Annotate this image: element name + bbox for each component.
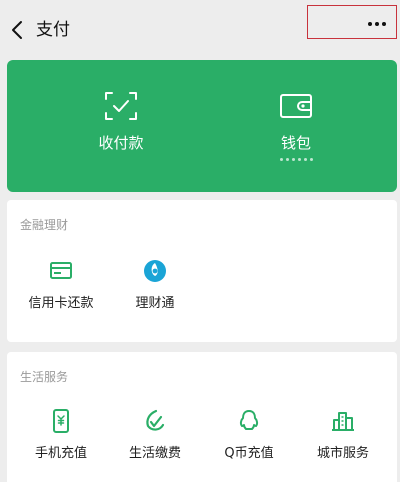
finance-section: 金融理财 信用卡还款 理财通 — [7, 200, 397, 342]
back-button[interactable] — [6, 18, 30, 42]
phone-topup-icon — [53, 409, 69, 433]
more-dots-icon — [368, 22, 386, 26]
credit-card-icon — [50, 262, 72, 279]
life-section-title: 生活服务 — [20, 370, 69, 384]
wealth-button[interactable]: 理财通 — [109, 258, 201, 313]
credit-card-repay-label: 信用卡还款 — [28, 296, 94, 311]
wallet-button[interactable]: 钱包 — [236, 90, 356, 180]
more-button[interactable] — [307, 5, 397, 39]
wallet-card: 收付款 钱包 — [7, 60, 397, 192]
city-service-button[interactable]: 城市服务 — [297, 408, 389, 463]
city-service-icon — [332, 412, 354, 431]
scan-check-icon — [105, 92, 137, 120]
utility-bill-button[interactable]: 生活缴费 — [109, 408, 201, 463]
life-services-section: 生活服务 手机充值 生活缴费 Q币充值 城市服务 — [7, 352, 397, 482]
phone-topup-button[interactable]: 手机充值 — [15, 408, 107, 463]
wealth-label: 理财通 — [135, 296, 175, 311]
finance-section-title: 金融理财 — [20, 218, 69, 232]
utility-bill-label: 生活缴费 — [128, 446, 181, 461]
payment-page: 支付 收付款 钱包 金融理财 信用卡还款 理财通 生活服务 手机充值 生活缴费 … — [0, 0, 400, 482]
wallet-label: 钱包 — [280, 134, 311, 152]
wealth-icon — [144, 260, 166, 282]
pay-receive-label: 收付款 — [98, 134, 144, 152]
wallet-balance-dots — [236, 158, 356, 161]
qq-coin-icon — [239, 410, 259, 430]
city-service-label: 城市服务 — [316, 446, 369, 461]
qq-coin-label: Q币充值 — [224, 446, 274, 461]
phone-topup-label: 手机充值 — [34, 446, 87, 461]
wallet-icon — [280, 94, 312, 118]
pay-receive-button[interactable]: 收付款 — [61, 90, 181, 180]
chevron-left-icon — [12, 21, 22, 39]
credit-card-repay-button[interactable]: 信用卡还款 — [15, 258, 107, 313]
nav-bar: 支付 — [0, 0, 400, 58]
page-title: 支付 — [36, 20, 70, 40]
utility-bill-icon — [146, 409, 165, 431]
qq-coin-button[interactable]: Q币充值 — [203, 408, 295, 463]
